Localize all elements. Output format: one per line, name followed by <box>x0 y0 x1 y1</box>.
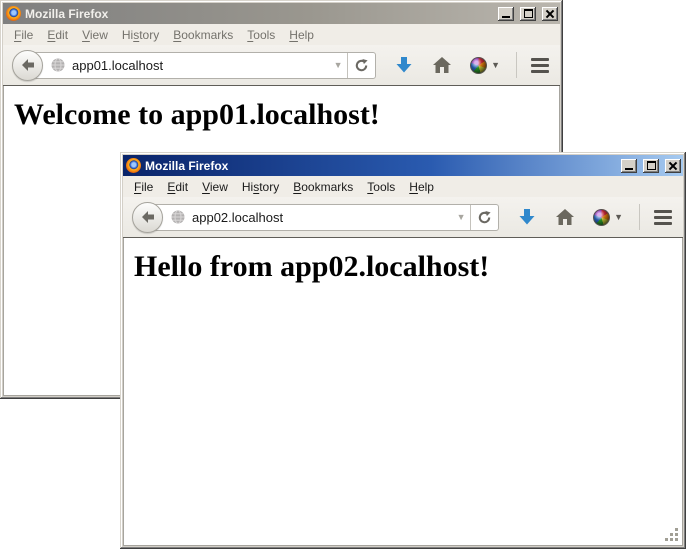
menu-help[interactable]: Help <box>282 26 321 44</box>
menu-edit[interactable]: Edit <box>160 178 195 196</box>
reload-button[interactable] <box>470 205 498 230</box>
menu-bookmarks[interactable]: Bookmarks <box>286 178 360 196</box>
site-identity-globe-icon[interactable] <box>50 57 66 73</box>
search-engine-caret-icon: ▼ <box>491 60 500 70</box>
resize-grip[interactable] <box>675 538 678 541</box>
navigation-toolbar: app02.localhost ▼ <box>123 197 683 238</box>
close-icon <box>668 161 678 171</box>
search-engine-caret-icon: ▼ <box>614 212 623 222</box>
download-arrow-icon <box>517 207 537 227</box>
menu-tools[interactable]: Tools <box>240 26 282 44</box>
titlebar[interactable]: Mozilla Firefox <box>3 3 560 24</box>
close-button[interactable] <box>542 7 558 21</box>
download-arrow-icon <box>394 55 414 75</box>
url-dropdown-icon[interactable]: ▼ <box>452 212 470 222</box>
toolbar-separator <box>639 204 640 230</box>
maximize-button[interactable] <box>643 159 659 173</box>
url-input[interactable]: app01.localhost <box>72 58 329 73</box>
menu-history[interactable]: History <box>235 178 286 196</box>
home-icon <box>555 208 575 226</box>
menu-bar: File Edit View History Bookmarks Tools H… <box>123 176 683 197</box>
search-engine-button[interactable]: ▼ <box>470 57 500 74</box>
menu-view[interactable]: View <box>195 178 235 196</box>
minimize-button[interactable] <box>498 7 514 21</box>
search-engine-icon <box>593 209 610 226</box>
downloads-button[interactable] <box>394 55 414 75</box>
back-button[interactable] <box>12 50 43 81</box>
hamburger-icon <box>654 210 672 213</box>
menu-button[interactable] <box>531 58 549 73</box>
menu-file[interactable]: File <box>127 178 160 196</box>
url-bar[interactable]: app01.localhost ▼ <box>27 52 376 79</box>
page-content: Hello from app02.localhost! <box>123 238 683 546</box>
home-button[interactable] <box>432 56 452 74</box>
navigation-toolbar: app01.localhost ▼ <box>3 45 560 86</box>
toolbar-separator <box>516 52 517 78</box>
titlebar[interactable]: Mozilla Firefox <box>123 155 683 176</box>
page-heading: Welcome to app01.localhost! <box>14 98 559 132</box>
reload-icon <box>354 58 369 73</box>
menu-bar: File Edit View History Bookmarks Tools H… <box>3 24 560 45</box>
maximize-button[interactable] <box>520 7 536 21</box>
url-dropdown-icon[interactable]: ▼ <box>329 60 347 70</box>
back-button[interactable] <box>132 202 163 233</box>
menu-edit[interactable]: Edit <box>40 26 75 44</box>
close-icon <box>545 9 555 19</box>
firefox-icon <box>126 158 141 173</box>
back-arrow-icon <box>20 57 36 73</box>
search-engine-icon <box>470 57 487 74</box>
page-heading: Hello from app02.localhost! <box>134 250 682 284</box>
menu-help[interactable]: Help <box>402 178 441 196</box>
url-input[interactable]: app02.localhost <box>192 210 452 225</box>
menu-history[interactable]: History <box>115 26 166 44</box>
reload-button[interactable] <box>347 53 375 78</box>
menu-file[interactable]: File <box>7 26 40 44</box>
firefox-icon <box>6 6 21 21</box>
window-title: Mozilla Firefox <box>25 7 492 21</box>
menu-button[interactable] <box>654 210 672 225</box>
home-icon <box>432 56 452 74</box>
minimize-button[interactable] <box>621 159 637 173</box>
home-button[interactable] <box>555 208 575 226</box>
url-bar[interactable]: app02.localhost ▼ <box>147 204 499 231</box>
menu-view[interactable]: View <box>75 26 115 44</box>
menu-bookmarks[interactable]: Bookmarks <box>166 26 240 44</box>
close-button[interactable] <box>665 159 681 173</box>
hamburger-icon <box>531 58 549 61</box>
maximize-icon <box>647 161 656 170</box>
search-engine-button[interactable]: ▼ <box>593 209 623 226</box>
minimize-icon <box>625 168 633 170</box>
browser-window-app02: Mozilla Firefox File Edit View History B… <box>120 152 686 549</box>
window-title: Mozilla Firefox <box>145 159 615 173</box>
back-arrow-icon <box>140 209 156 225</box>
downloads-button[interactable] <box>517 207 537 227</box>
site-identity-globe-icon[interactable] <box>170 209 186 225</box>
reload-icon <box>477 210 492 225</box>
menu-tools[interactable]: Tools <box>360 178 402 196</box>
desktop: Mozilla Firefox File Edit View History B… <box>0 0 688 551</box>
minimize-icon <box>502 16 510 18</box>
maximize-icon <box>524 9 533 18</box>
